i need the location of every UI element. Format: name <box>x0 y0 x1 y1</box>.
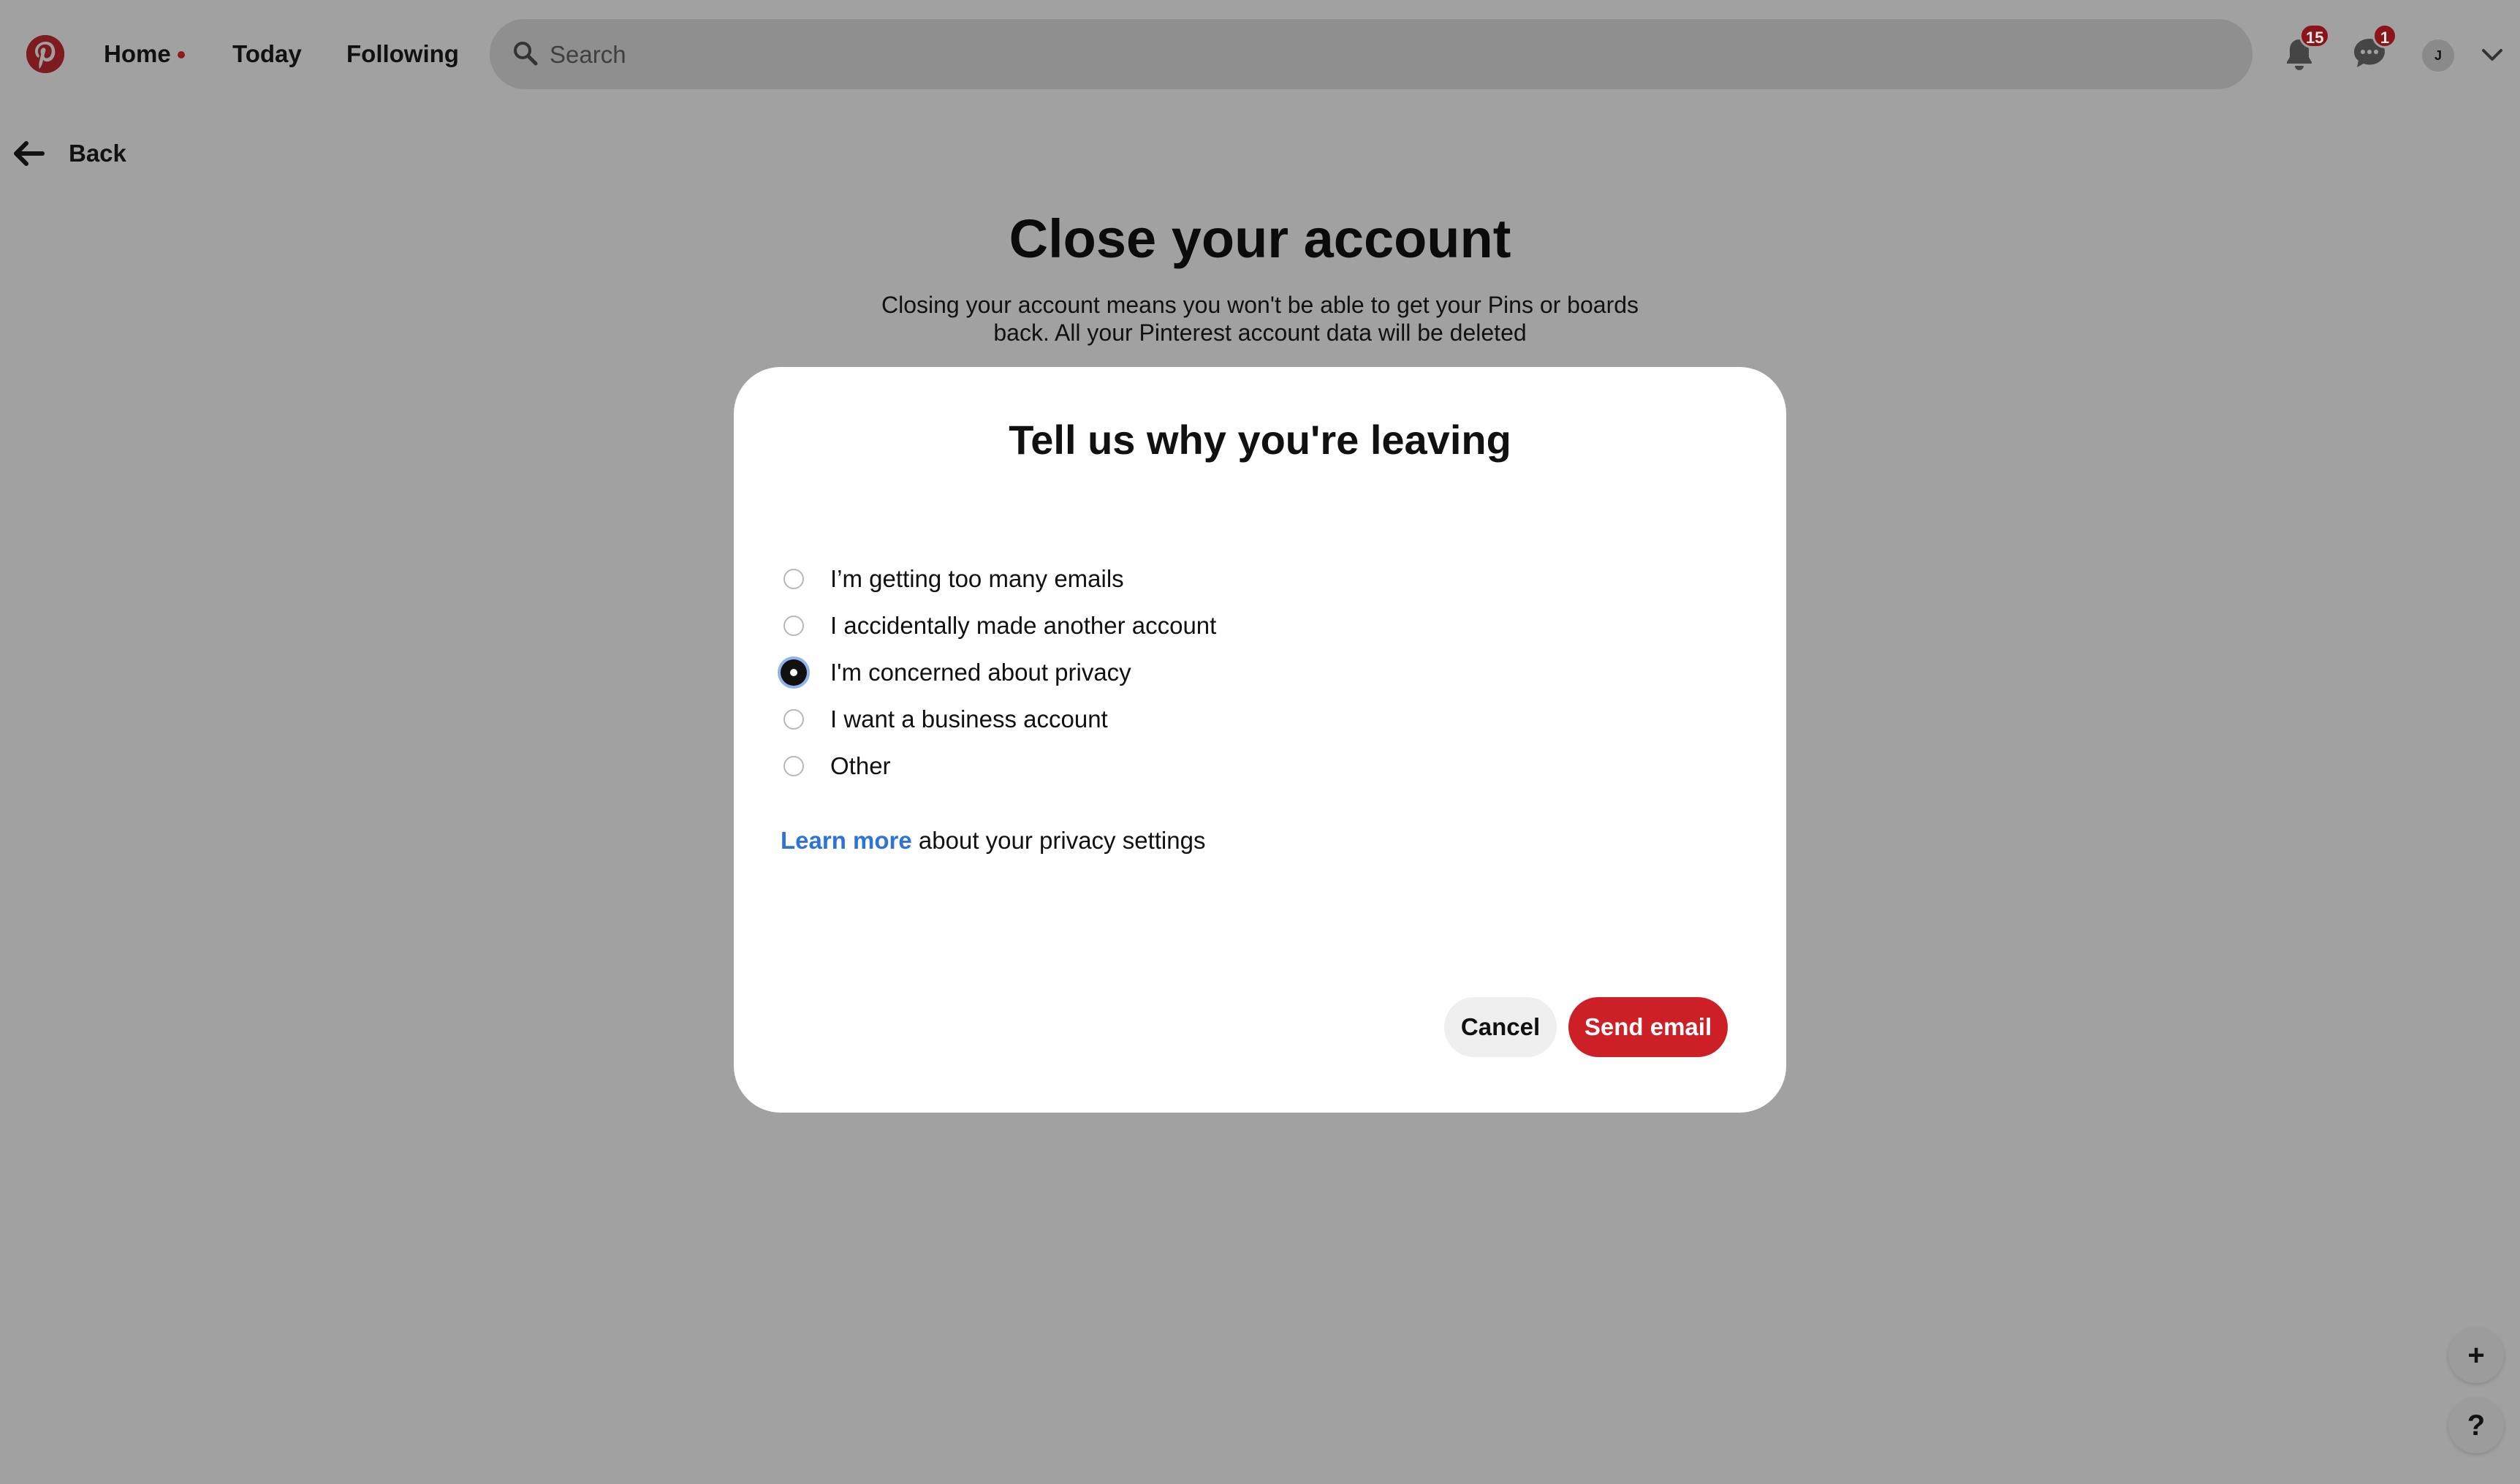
messages-count-badge: 1 <box>2372 23 2397 48</box>
reason-options: I’m getting too many emails I accidental… <box>781 559 1368 792</box>
search-bar[interactable] <box>490 19 2253 89</box>
reason-option[interactable]: I'm concerned about privacy <box>781 652 1368 699</box>
radio-button[interactable] <box>783 569 804 589</box>
radio-button[interactable] <box>783 709 804 730</box>
notifications-count-badge: 15 <box>2299 23 2331 48</box>
reason-option[interactable]: Other <box>783 746 1368 792</box>
reason-label[interactable]: I'm concerned about privacy <box>830 658 1131 687</box>
top-navigation-bar: Home Today Following 15 1 J <box>0 0 2520 108</box>
cancel-button[interactable]: Cancel <box>1444 997 1557 1057</box>
avatar[interactable]: J <box>2422 39 2454 72</box>
pinterest-logo-icon[interactable] <box>26 35 64 73</box>
search-input[interactable] <box>548 35 2217 75</box>
nav-today-link[interactable]: Today <box>232 38 302 70</box>
reason-label[interactable]: I want a business account <box>830 705 1108 734</box>
radio-button[interactable] <box>783 756 804 776</box>
reason-option[interactable]: I accidentally made another account <box>783 605 1368 652</box>
send-email-button[interactable]: Send email <box>1568 997 1728 1057</box>
reason-label[interactable]: I’m getting too many emails <box>830 564 1124 594</box>
reason-option[interactable]: I’m getting too many emails <box>783 559 1368 605</box>
back-button[interactable]: Back <box>69 139 126 168</box>
radio-button-selected[interactable] <box>781 659 807 686</box>
nav-home-link[interactable]: Home <box>104 38 171 70</box>
modal-title: Tell us why you're leaving <box>1009 417 1511 463</box>
help-button[interactable]: ? <box>2448 1398 2504 1453</box>
create-plus-button[interactable]: + <box>2448 1328 2504 1383</box>
reason-label[interactable]: I accidentally made another account <box>830 611 1216 640</box>
nav-following-link[interactable]: Following <box>346 38 459 70</box>
page-title: Close your account <box>1009 208 1511 269</box>
privacy-info-text: Learn more about your privacy settings <box>781 826 1205 855</box>
chevron-down-icon[interactable] <box>2479 44 2505 66</box>
reason-option[interactable]: I want a business account <box>783 699 1368 746</box>
learn-more-suffix: about your privacy settings <box>911 827 1206 854</box>
page-subtitle: Closing your account means you won't be … <box>881 292 1639 346</box>
search-icon <box>514 42 538 66</box>
arrow-left-icon[interactable] <box>10 136 45 171</box>
reason-label[interactable]: Other <box>830 752 891 781</box>
leave-reason-modal: Tell us why you're leaving I’m getting t… <box>734 367 1786 1113</box>
radio-button[interactable] <box>783 616 804 636</box>
home-update-dot <box>178 51 185 58</box>
learn-more-link[interactable]: Learn more <box>781 827 912 854</box>
